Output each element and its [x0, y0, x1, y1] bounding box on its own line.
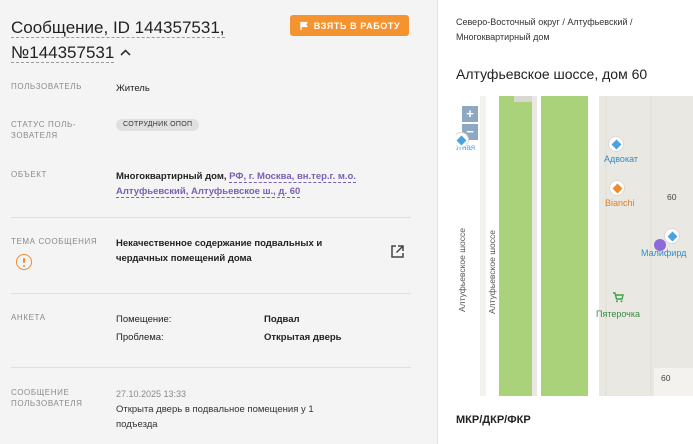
- status-label-line-2: ЗОВАТЕЛЯ: [11, 131, 58, 140]
- house-number: 60: [661, 373, 671, 383]
- status-label: СТАТУС ПОЛЬ- ЗОВАТЕЛЯ: [11, 119, 76, 141]
- message-text-line-1: Открыта дверь в подвальное помещения у 1: [116, 404, 314, 415]
- title-line-2: №144357531: [11, 43, 115, 63]
- address-title: Алтуфьевское шоссе, дом 60: [456, 66, 648, 82]
- poi-malifird[interactable]: Малифирд: [641, 248, 686, 258]
- shopping-cart-icon[interactable]: [612, 291, 624, 303]
- poi-advokat[interactable]: Адвокат: [604, 154, 638, 164]
- topic-label: ТЕМА СООБЩЕНИЯ: [11, 237, 98, 246]
- map-marker-icon[interactable]: [610, 181, 624, 195]
- repair-program-label: МКР/ДКР/ФКР: [456, 414, 531, 426]
- message-text: Открыта дверь в подвальное помещения у 1…: [116, 402, 386, 432]
- form-row-value: Подвал: [264, 314, 300, 325]
- external-link-icon[interactable]: [390, 244, 405, 259]
- message-details-panel: Сообщение, ID 144357531, №144357531 ВЗЯТ…: [0, 0, 438, 444]
- form-label: АНКЕТА: [11, 313, 46, 322]
- form-row-key: Помещение:: [116, 314, 172, 325]
- chevron-up-icon[interactable]: [120, 39, 131, 62]
- topic-value: Некачественное содержание подвальных и ч…: [116, 236, 376, 266]
- message-text-line-2: подъезда: [116, 419, 158, 430]
- message-label: СООБЩЕНИЕ ПОЛЬЗОВАТЕЛЯ: [11, 387, 83, 409]
- object-side-panel: Северо-Восточный округ / Алтуфьевский / …: [439, 0, 693, 444]
- message-date: 27.10.2025 13:33: [116, 389, 187, 399]
- road-label: Алтуфьевское шоссе: [457, 228, 467, 312]
- object-address-link-2[interactable]: Алтуфьевский, Алтуфьевское ш., д. 60: [116, 186, 301, 198]
- object-label: ОБЪЕКТ: [11, 170, 48, 179]
- form-row-key: Проблема:: [116, 332, 164, 343]
- map-marker-icon[interactable]: [609, 137, 623, 151]
- map[interactable]: + − ртная Алтуфьевское шоссе Алтуфьевско…: [456, 96, 693, 396]
- status-label-line-1: СТАТУС ПОЛЬ-: [11, 120, 77, 129]
- warning-icon: [16, 254, 32, 270]
- divider: [11, 293, 411, 294]
- message-label-line-2: ПОЛЬЗОВАТЕЛЯ: [11, 399, 83, 408]
- status-badge: СОТРУДНИК ОПОП: [116, 119, 200, 131]
- user-label: ПОЛЬЗОВАТЕЛЬ: [11, 82, 82, 91]
- object-value: Многоквартирный дом, РФ, г. Москва, вн.т…: [116, 169, 386, 199]
- topic-line-1: Некачественное содержание подвальных и: [116, 238, 323, 249]
- map-marker-icon[interactable]: [665, 229, 679, 243]
- title-line-1: Сообщение, ID 144357531,: [11, 18, 225, 38]
- take-to-work-label: ВЗЯТЬ В РАБОТУ: [313, 20, 401, 31]
- divider: [11, 367, 411, 368]
- zoom-in-button[interactable]: +: [462, 106, 478, 122]
- road-label: Алтуфьевское шоссе: [487, 230, 497, 314]
- flag-icon: [300, 21, 308, 30]
- breadcrumb: Северо-Восточный округ / Алтуфьевский / …: [456, 15, 686, 45]
- object-address-link[interactable]: РФ, г. Москва, вн.тер.г. м.о.: [229, 171, 356, 183]
- breadcrumb-line-2: Многоквартирный дом: [456, 32, 550, 42]
- page-title: Сообщение, ID 144357531, №144357531: [11, 16, 281, 64]
- message-label-line-1: СООБЩЕНИЕ: [11, 388, 70, 397]
- divider: [11, 217, 411, 218]
- object-type: Многоквартирный дом,: [116, 171, 227, 182]
- user-value: Житель: [116, 83, 150, 94]
- poi-bianchi[interactable]: Bianchi: [605, 198, 635, 208]
- house-number: 60: [667, 192, 677, 202]
- poi-pyaterochka[interactable]: Пятерочка: [596, 309, 640, 319]
- breadcrumb-line-1: Северо-Восточный округ / Алтуфьевский /: [456, 17, 633, 27]
- take-to-work-button[interactable]: ВЗЯТЬ В РАБОТУ: [290, 15, 409, 36]
- topic-line-2: чердачных помещений дома: [116, 253, 252, 264]
- form-row-value: Открытая дверь: [264, 332, 342, 343]
